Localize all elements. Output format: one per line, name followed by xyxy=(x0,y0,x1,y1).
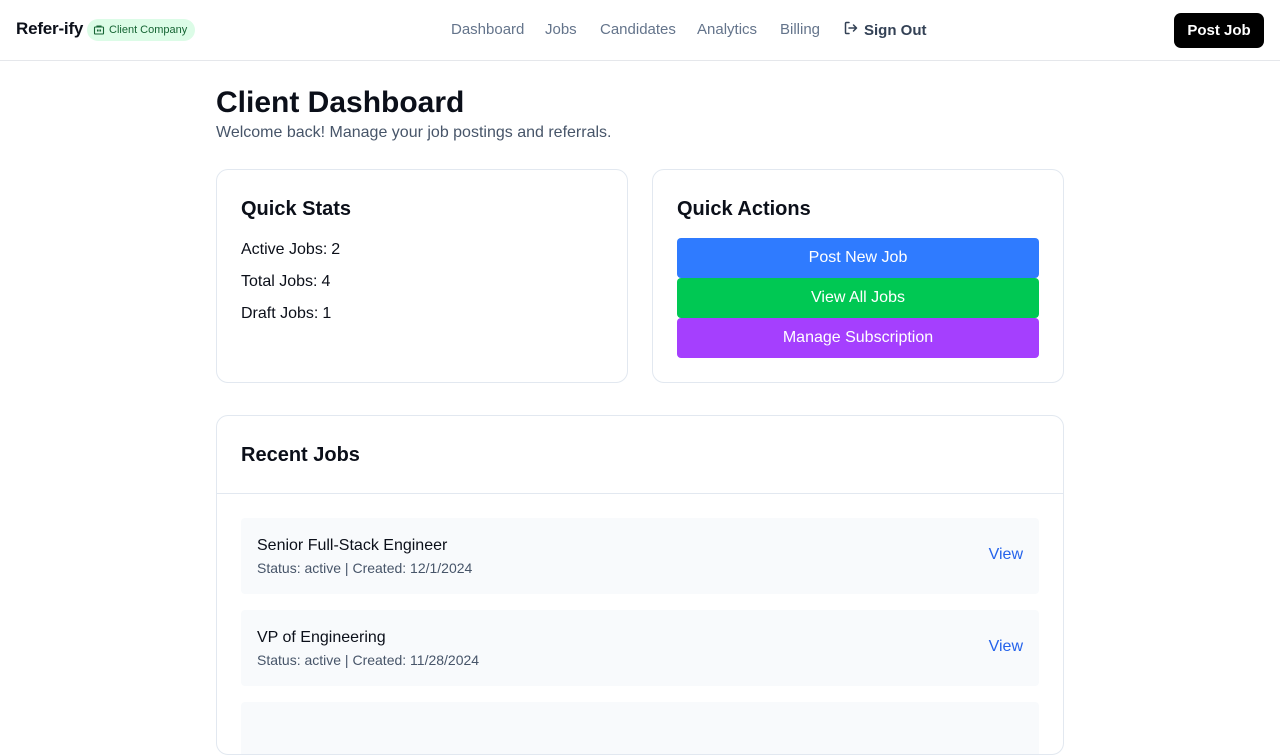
top-navigation-bar: Refer-ify Client Company Dashboard Jobs … xyxy=(0,0,1280,61)
recent-jobs-header: Recent Jobs xyxy=(217,416,1063,494)
manage-subscription-button[interactable]: Manage Subscription xyxy=(677,318,1039,358)
post-job-button[interactable]: Post Job xyxy=(1174,13,1264,48)
stat-draft-jobs: Draft Jobs: 1 xyxy=(241,305,331,323)
post-new-job-button[interactable]: Post New Job xyxy=(677,238,1039,278)
sign-out-link[interactable]: Sign Out xyxy=(843,20,927,40)
recent-jobs-card: Recent Jobs Senior Full-Stack Engineer S… xyxy=(216,415,1064,755)
stat-value: 2 xyxy=(331,241,341,258)
quick-actions-title: Quick Actions xyxy=(677,198,811,220)
quick-stats-card: Quick Stats Active Jobs: 2 Total Jobs: 4 D… xyxy=(216,169,628,383)
stat-label: Active Jobs: xyxy=(241,241,328,258)
view-all-jobs-button[interactable]: View All Jobs xyxy=(677,278,1039,318)
nav-jobs[interactable]: Jobs xyxy=(545,21,577,38)
brand-logo[interactable]: Refer-ify xyxy=(16,19,83,39)
stat-label: Draft Jobs: xyxy=(241,305,319,322)
sign-out-icon xyxy=(843,20,859,40)
job-title: VP of Engineering xyxy=(257,629,386,646)
job-meta: Status: active | Created: 11/28/2024 xyxy=(257,652,480,668)
job-meta: Status: active | Created: 12/1/2024 xyxy=(257,560,473,576)
job-row-partial xyxy=(241,702,1039,754)
stat-value: 4 xyxy=(321,273,331,290)
stat-value: 1 xyxy=(322,305,332,322)
building-icon xyxy=(93,24,105,36)
page-title: Client Dashboard xyxy=(216,86,465,119)
view-job-link[interactable]: View xyxy=(989,638,1023,656)
quick-actions-card: Quick Actions Post New Job View All Jobs… xyxy=(652,169,1064,383)
stat-total-jobs: Total Jobs: 4 xyxy=(241,273,330,291)
badge-label: Client Company xyxy=(109,24,188,36)
quick-stats-title: Quick Stats xyxy=(241,198,352,220)
page-subtitle: Welcome back! Manage your job postings a… xyxy=(216,124,612,141)
nav-billing[interactable]: Billing xyxy=(780,21,820,38)
nav-candidates[interactable]: Candidates xyxy=(600,21,676,38)
account-type-badge: Client Company xyxy=(87,19,196,41)
job-row: Senior Full-Stack Engineer Status: activ… xyxy=(241,518,1039,594)
stat-active-jobs: Active Jobs: 2 xyxy=(241,241,340,259)
nav-dashboard[interactable]: Dashboard xyxy=(451,21,524,38)
view-job-link[interactable]: View xyxy=(989,546,1023,564)
job-row: VP of Engineering Status: active | Creat… xyxy=(241,610,1039,686)
nav-analytics[interactable]: Analytics xyxy=(697,21,757,38)
job-title: Senior Full-Stack Engineer xyxy=(257,537,448,554)
stat-label: Total Jobs: xyxy=(241,273,318,290)
sign-out-label: Sign Out xyxy=(864,21,927,39)
recent-jobs-title: Recent Jobs xyxy=(241,444,360,466)
